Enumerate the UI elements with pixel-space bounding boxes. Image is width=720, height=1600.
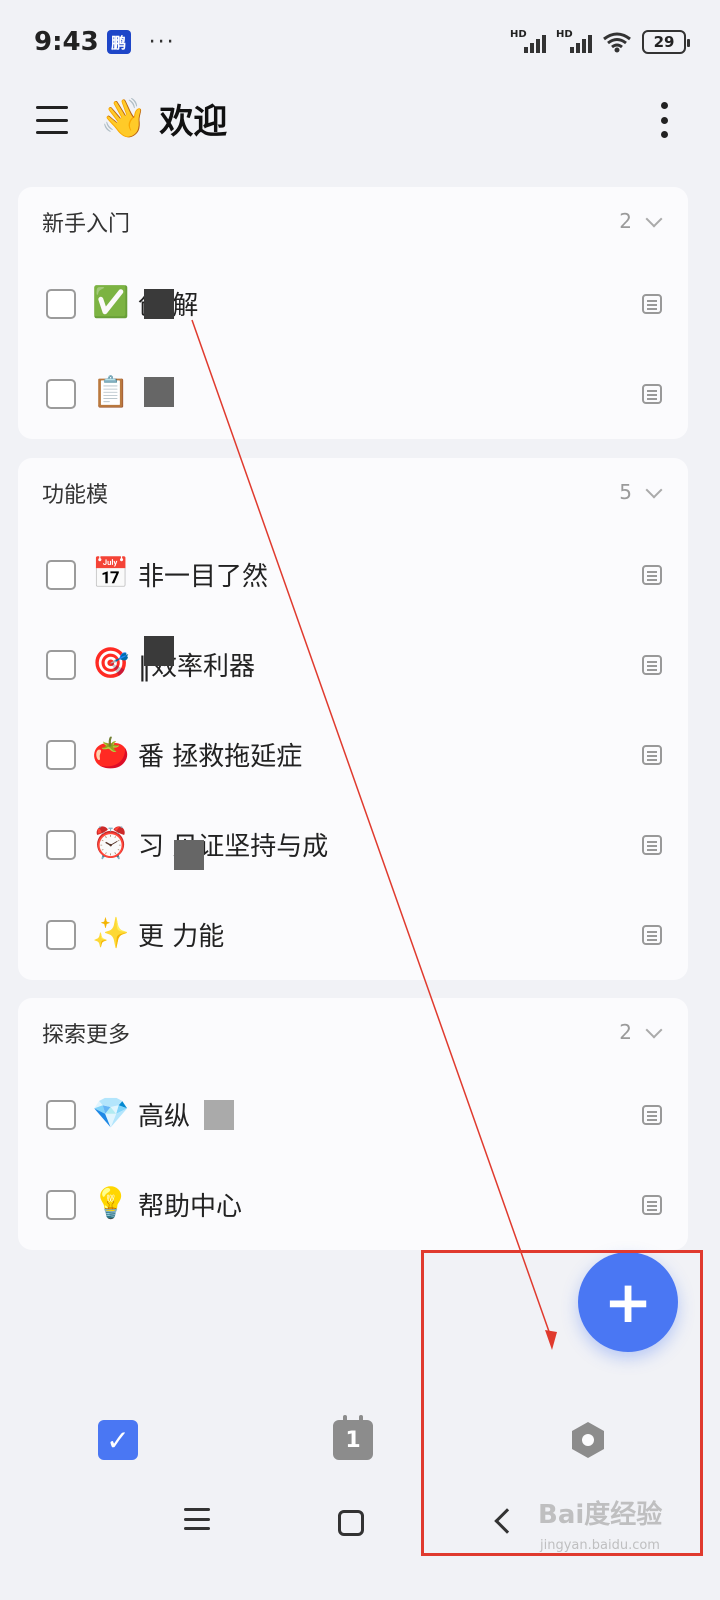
watermark-logo: Bai度经验 [538, 1500, 663, 1530]
watermark-url: jingyan.baidu.com [540, 1538, 660, 1553]
